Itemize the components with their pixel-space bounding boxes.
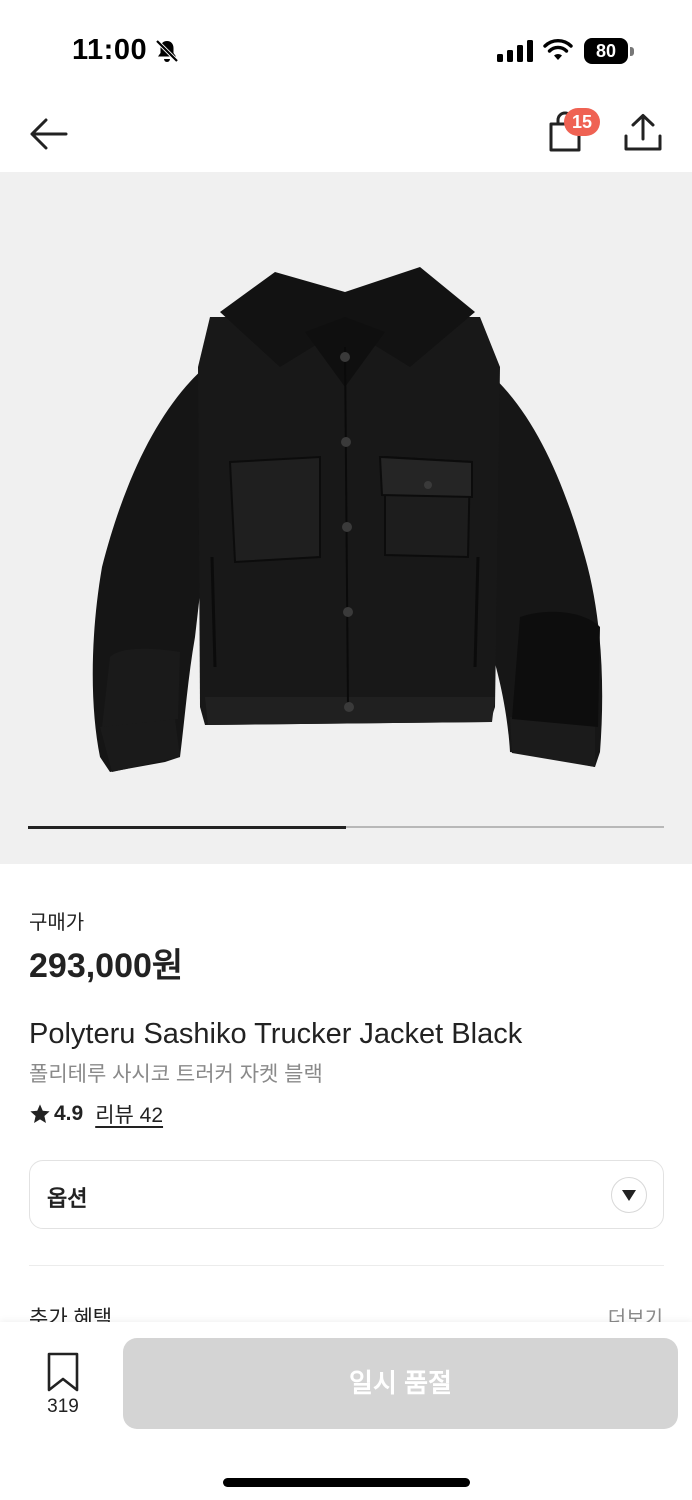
chevron-down-icon xyxy=(611,1177,647,1213)
status-bar: 11:00 80 xyxy=(0,0,692,100)
status-time: 11:00 xyxy=(72,34,148,66)
option-label: 옵션 xyxy=(47,1186,88,1211)
price-value: 293,000원 xyxy=(29,947,184,985)
cellular-signal-icon xyxy=(497,40,533,62)
share-icon[interactable] xyxy=(622,112,664,154)
bookmark-icon xyxy=(47,1352,79,1392)
option-select[interactable]: 옵션 xyxy=(29,1160,664,1229)
battery-icon: 80 xyxy=(584,38,634,64)
gallery-page-indicator xyxy=(28,825,664,829)
home-indicator xyxy=(223,1478,470,1487)
cart-count-badge: 15 xyxy=(564,108,600,136)
bottom-action-bar: 319 일시 품절 xyxy=(0,1322,692,1500)
product-korean-name: 폴리테루 사시코 트러커 자켓 블랙 xyxy=(29,1063,323,1086)
wifi-icon xyxy=(543,39,573,60)
review-count-link[interactable]: 리뷰 42 xyxy=(95,1099,163,1129)
rating-value: 4.9 xyxy=(54,1102,84,1125)
battery-level: 80 xyxy=(595,41,617,61)
product-name: Polyteru Sashiko Trucker Jacket Black xyxy=(29,1018,523,1050)
bell-slash-icon xyxy=(155,39,179,63)
section-divider xyxy=(29,1265,664,1266)
black-trucker-jacket-photo xyxy=(92,267,603,772)
arrow-left-icon[interactable] xyxy=(26,112,70,156)
product-image-gallery[interactable] xyxy=(0,172,692,864)
star-icon xyxy=(30,1104,50,1123)
price-label: 구매가 xyxy=(29,912,85,934)
sold-out-button[interactable]: 일시 품절 xyxy=(123,1338,678,1429)
bookmark-button[interactable]: 319 xyxy=(32,1350,94,1420)
rating-row: 4.9 리뷰 42 xyxy=(29,1099,163,1129)
bookmark-count: 319 xyxy=(47,1396,79,1417)
gallery-page-indicator-active xyxy=(28,825,346,829)
